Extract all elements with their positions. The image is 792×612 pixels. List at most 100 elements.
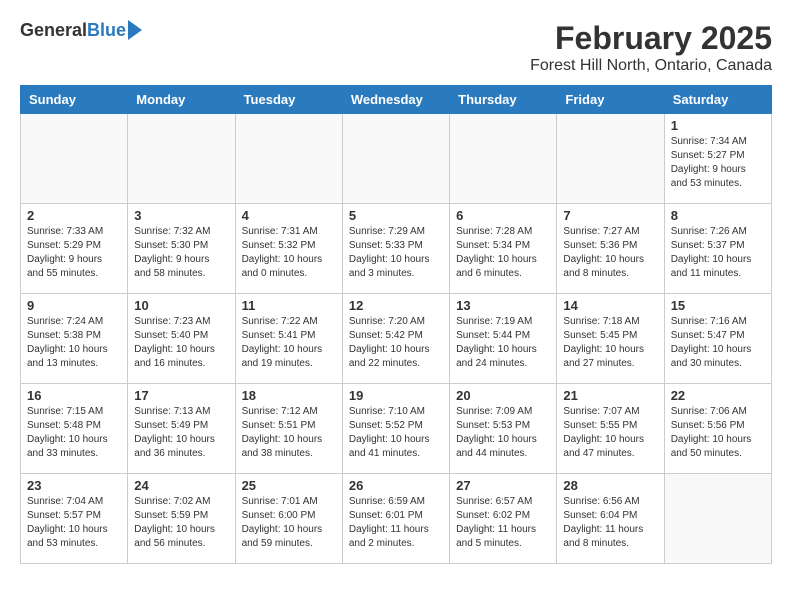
- day-number: 25: [242, 478, 336, 493]
- day-number: 16: [27, 388, 121, 403]
- day-number: 5: [349, 208, 443, 223]
- day-info: Sunrise: 7:24 AM Sunset: 5:38 PM Dayligh…: [27, 315, 121, 371]
- day-info: Sunrise: 7:02 AM Sunset: 5:59 PM Dayligh…: [134, 495, 228, 551]
- day-info: Sunrise: 6:59 AM Sunset: 6:01 PM Dayligh…: [349, 495, 443, 551]
- calendar-week-row: 23 Sunrise: 7:04 AM Sunset: 5:57 PM Dayli…: [21, 474, 772, 564]
- day-info: Sunrise: 6:57 AM Sunset: 6:02 PM Dayligh…: [456, 495, 550, 551]
- day-number: 8: [671, 208, 765, 223]
- calendar-cell: [128, 114, 235, 204]
- day-info: Sunrise: 7:22 AM Sunset: 5:41 PM Dayligh…: [242, 315, 336, 371]
- logo-general-text: General: [20, 20, 87, 41]
- title-block: February 2025 Forest Hill North, Ontario…: [530, 20, 772, 75]
- calendar-cell: 6 Sunrise: 7:28 AM Sunset: 5:34 PM Daylig…: [450, 204, 557, 294]
- day-info: Sunrise: 7:13 AM Sunset: 5:49 PM Dayligh…: [134, 405, 228, 461]
- calendar-cell: 28 Sunrise: 6:56 AM Sunset: 6:04 PM Dayli…: [557, 474, 664, 564]
- calendar-cell: 13Sunrise: 7:19 AM Sunset: 5:44 PM Dayli…: [450, 294, 557, 384]
- day-info: Sunrise: 7:06 AM Sunset: 5:56 PM Dayligh…: [671, 405, 765, 461]
- day-number: 20: [456, 388, 550, 403]
- column-header-wednesday: Wednesday: [342, 86, 449, 114]
- calendar-cell: 3 Sunrise: 7:32 AM Sunset: 5:30 PM Daylig…: [128, 204, 235, 294]
- day-info: Sunrise: 7:29 AM Sunset: 5:33 PM Dayligh…: [349, 225, 443, 281]
- calendar-week-row: 9 Sunrise: 7:24 AM Sunset: 5:38 PM Daylig…: [21, 294, 772, 384]
- calendar-cell: [21, 114, 128, 204]
- day-info: Sunrise: 7:10 AM Sunset: 5:52 PM Dayligh…: [349, 405, 443, 461]
- day-number: 24: [134, 478, 228, 493]
- day-number: 4: [242, 208, 336, 223]
- calendar-cell: 25 Sunrise: 7:01 AM Sunset: 6:00 PM Dayli…: [235, 474, 342, 564]
- day-info: Sunrise: 7:33 AM Sunset: 5:29 PM Dayligh…: [27, 225, 121, 281]
- calendar-cell: [664, 474, 771, 564]
- day-number: 26: [349, 478, 443, 493]
- calendar-cell: 24 Sunrise: 7:02 AM Sunset: 5:59 PM Dayli…: [128, 474, 235, 564]
- day-info: Sunrise: 7:26 AM Sunset: 5:37 PM Dayligh…: [671, 225, 765, 281]
- column-header-friday: Friday: [557, 86, 664, 114]
- day-info: Sunrise: 7:01 AM Sunset: 6:00 PM Dayligh…: [242, 495, 336, 551]
- day-info: Sunrise: 7:28 AM Sunset: 5:34 PM Dayligh…: [456, 225, 550, 281]
- calendar-table: SundayMondayTuesdayWednesdayThursdayFrid…: [20, 85, 772, 564]
- calendar-cell: 14 Sunrise: 7:18 AM Sunset: 5:45 PM Dayli…: [557, 294, 664, 384]
- day-info: Sunrise: 7:12 AM Sunset: 5:51 PM Dayligh…: [242, 405, 336, 461]
- day-info: Sunrise: 7:09 AM Sunset: 5:53 PM Dayligh…: [456, 405, 550, 461]
- day-number: 2: [27, 208, 121, 223]
- day-number: 10: [134, 298, 228, 313]
- day-info: Sunrise: 7:16 AM Sunset: 5:47 PM Dayligh…: [671, 315, 765, 371]
- logo-blue-text: Blue: [87, 20, 126, 41]
- calendar-cell: 11 Sunrise: 7:22 AM Sunset: 5:41 PM Dayli…: [235, 294, 342, 384]
- day-number: 12: [349, 298, 443, 313]
- calendar-cell: [450, 114, 557, 204]
- day-info: Sunrise: 7:19 AM Sunset: 5:44 PM Dayligh…: [456, 315, 550, 371]
- calendar-cell: 20 Sunrise: 7:09 AM Sunset: 5:53 PM Dayli…: [450, 384, 557, 474]
- calendar-week-row: 2 Sunrise: 7:33 AM Sunset: 5:29 PM Daylig…: [21, 204, 772, 294]
- calendar-cell: 1 Sunrise: 7:34 AM Sunset: 5:27 PM Daylig…: [664, 114, 771, 204]
- column-header-tuesday: Tuesday: [235, 86, 342, 114]
- column-header-saturday: Saturday: [664, 86, 771, 114]
- calendar-cell: [557, 114, 664, 204]
- day-info: Sunrise: 7:27 AM Sunset: 5:36 PM Dayligh…: [563, 225, 657, 281]
- day-number: 11: [242, 298, 336, 313]
- day-info: Sunrise: 7:20 AM Sunset: 5:42 PM Dayligh…: [349, 315, 443, 371]
- day-info: Sunrise: 7:31 AM Sunset: 5:32 PM Dayligh…: [242, 225, 336, 281]
- day-info: Sunrise: 7:18 AM Sunset: 5:45 PM Dayligh…: [563, 315, 657, 371]
- calendar-cell: 27 Sunrise: 6:57 AM Sunset: 6:02 PM Dayli…: [450, 474, 557, 564]
- logo-arrow-icon: [128, 20, 142, 40]
- day-info: Sunrise: 7:32 AM Sunset: 5:30 PM Dayligh…: [134, 225, 228, 281]
- day-number: 18: [242, 388, 336, 403]
- calendar-cell: 19 Sunrise: 7:10 AM Sunset: 5:52 PM Dayli…: [342, 384, 449, 474]
- day-number: 14: [563, 298, 657, 313]
- day-number: 9: [27, 298, 121, 313]
- calendar-cell: 9 Sunrise: 7:24 AM Sunset: 5:38 PM Daylig…: [21, 294, 128, 384]
- column-header-sunday: Sunday: [21, 86, 128, 114]
- day-number: 15: [671, 298, 765, 313]
- day-number: 19: [349, 388, 443, 403]
- day-info: Sunrise: 7:04 AM Sunset: 5:57 PM Dayligh…: [27, 495, 121, 551]
- day-number: 1: [671, 118, 765, 133]
- day-info: Sunrise: 7:23 AM Sunset: 5:40 PM Dayligh…: [134, 315, 228, 371]
- day-info: Sunrise: 7:15 AM Sunset: 5:48 PM Dayligh…: [27, 405, 121, 461]
- day-number: 7: [563, 208, 657, 223]
- day-info: Sunrise: 6:56 AM Sunset: 6:04 PM Dayligh…: [563, 495, 657, 551]
- calendar-cell: 8 Sunrise: 7:26 AM Sunset: 5:37 PM Daylig…: [664, 204, 771, 294]
- day-number: 17: [134, 388, 228, 403]
- calendar-cell: 21 Sunrise: 7:07 AM Sunset: 5:55 PM Dayli…: [557, 384, 664, 474]
- calendar-cell: 12 Sunrise: 7:20 AM Sunset: 5:42 PM Dayli…: [342, 294, 449, 384]
- day-number: 6: [456, 208, 550, 223]
- calendar-header-row: SundayMondayTuesdayWednesdayThursdayFrid…: [21, 86, 772, 114]
- calendar-cell: 15 Sunrise: 7:16 AM Sunset: 5:47 PM Dayli…: [664, 294, 771, 384]
- day-info: Sunrise: 7:34 AM Sunset: 5:27 PM Dayligh…: [671, 135, 765, 191]
- day-info: Sunrise: 7:07 AM Sunset: 5:55 PM Dayligh…: [563, 405, 657, 461]
- calendar-cell: 23 Sunrise: 7:04 AM Sunset: 5:57 PM Dayli…: [21, 474, 128, 564]
- calendar-cell: 7 Sunrise: 7:27 AM Sunset: 5:36 PM Daylig…: [557, 204, 664, 294]
- calendar-cell: 17 Sunrise: 7:13 AM Sunset: 5:49 PM Dayli…: [128, 384, 235, 474]
- column-header-thursday: Thursday: [450, 86, 557, 114]
- calendar-week-row: 16 Sunrise: 7:15 AM Sunset: 5:48 PM Dayli…: [21, 384, 772, 474]
- day-number: 3: [134, 208, 228, 223]
- day-number: 22: [671, 388, 765, 403]
- day-number: 28: [563, 478, 657, 493]
- day-number: 21: [563, 388, 657, 403]
- calendar-cell: 4 Sunrise: 7:31 AM Sunset: 5:32 PM Daylig…: [235, 204, 342, 294]
- calendar-cell: 26 Sunrise: 6:59 AM Sunset: 6:01 PM Dayli…: [342, 474, 449, 564]
- day-number: 23: [27, 478, 121, 493]
- day-number: 27: [456, 478, 550, 493]
- calendar-cell: [342, 114, 449, 204]
- calendar-cell: 22 Sunrise: 7:06 AM Sunset: 5:56 PM Dayli…: [664, 384, 771, 474]
